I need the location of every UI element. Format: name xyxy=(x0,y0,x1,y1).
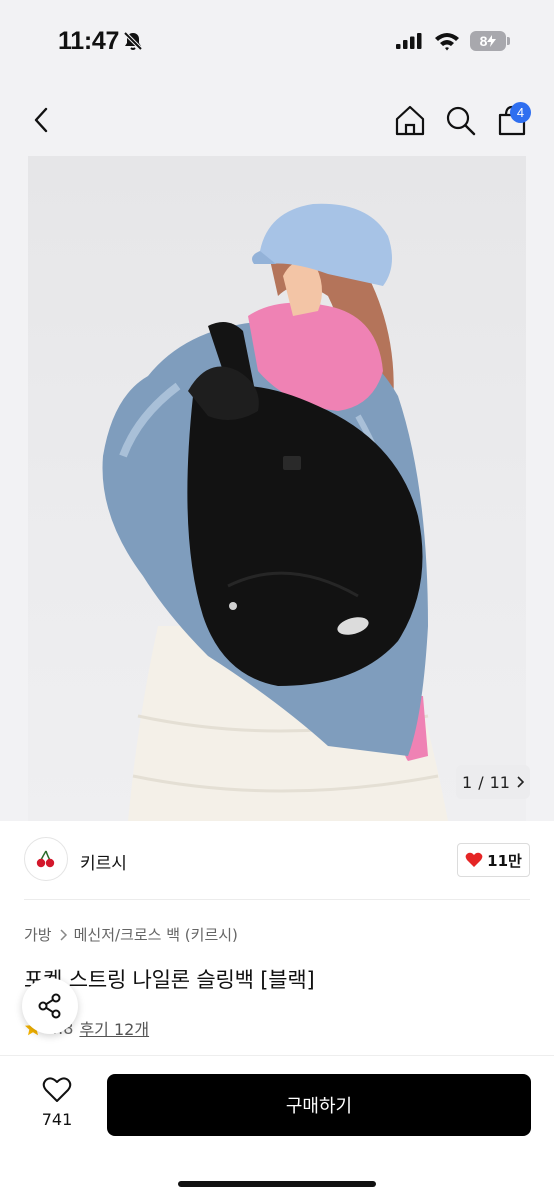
brand-row[interactable]: 키르시 11만 xyxy=(0,821,554,899)
reviews-link[interactable]: 후기 12개 xyxy=(79,1016,149,1040)
wishlist-count: 741 xyxy=(41,1110,73,1129)
counter-total: 11 xyxy=(489,772,510,792)
cellular-signal-icon xyxy=(396,33,422,49)
cart-count-badge: 4 xyxy=(510,102,531,123)
breadcrumb-category[interactable]: 가방 xyxy=(24,924,52,945)
product-gallery[interactable] xyxy=(0,156,554,821)
buy-button[interactable]: 구매하기 xyxy=(107,1074,531,1136)
bottom-action-bar: 741 구매하기 xyxy=(0,1055,554,1200)
search-icon xyxy=(446,106,476,136)
brand-logo[interactable] xyxy=(24,837,68,881)
search-button[interactable] xyxy=(442,100,478,140)
battery-tip xyxy=(507,37,510,45)
battery-level: 8 xyxy=(479,33,488,49)
wishlist-button[interactable]: 741 xyxy=(30,1076,84,1136)
counter-separator: / xyxy=(478,772,484,792)
share-button[interactable] xyxy=(22,978,78,1034)
image-counter[interactable]: 1 / 11 xyxy=(456,765,530,799)
battery-indicator: 8 xyxy=(470,31,506,51)
brand-name[interactable]: 키르시 xyxy=(80,849,127,874)
back-button[interactable] xyxy=(24,100,58,140)
breadcrumb: 가방 메신저/크로스 백 (키르시) xyxy=(24,924,238,945)
home-indicator xyxy=(178,1181,376,1187)
section-divider xyxy=(24,899,530,900)
status-bar: 11:47 8 xyxy=(0,0,554,80)
counter-current: 1 xyxy=(462,772,473,792)
chevron-right-icon xyxy=(60,928,67,941)
back-icon xyxy=(34,107,48,133)
product-photo-illustration xyxy=(102,203,448,821)
heart-filled-icon xyxy=(465,852,483,867)
brand-like-count: 11만 xyxy=(487,851,522,870)
brand-like-button[interactable]: 11만 xyxy=(457,843,530,877)
share-icon xyxy=(38,993,61,1019)
heart-outline-icon xyxy=(42,1077,72,1102)
silent-bell-icon xyxy=(123,31,143,51)
chevron-right-icon xyxy=(517,776,524,788)
charging-bolt-icon xyxy=(487,35,497,47)
home-icon xyxy=(395,105,425,136)
top-nav xyxy=(0,80,554,156)
cherry-logo-icon xyxy=(36,850,55,868)
home-button[interactable] xyxy=(392,100,428,140)
status-time: 11:47 xyxy=(58,27,120,55)
product-photo[interactable] xyxy=(28,156,526,821)
wifi-icon xyxy=(435,33,459,51)
breadcrumb-subcategory[interactable]: 메신저/크로스 백 (키르시) xyxy=(74,924,238,945)
